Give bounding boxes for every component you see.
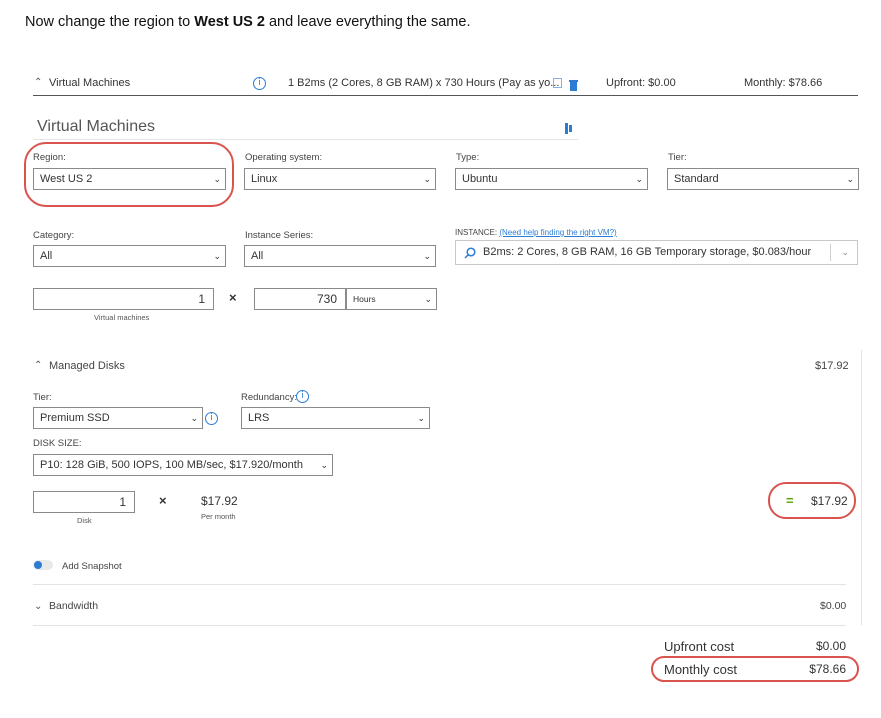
disk-size-value: P10: 128 GiB, 500 IOPS, 100 MB/sec, $17.…: [40, 459, 303, 471]
instance-label: INSTANCE: (Need help finding the right V…: [455, 228, 617, 237]
chevron-down-icon: ⌄: [417, 413, 425, 423]
type-label: Type:: [456, 152, 480, 163]
category-label: Category:: [33, 230, 75, 241]
vm-count-caption: Virtual machines: [94, 313, 150, 322]
os-label: Operating system:: [245, 152, 323, 163]
os-select[interactable]: Linux ⌄: [244, 168, 436, 190]
hours-unit-value: Hours: [353, 294, 376, 304]
disk-total-highlight-oval: [768, 482, 856, 519]
chevron-down-icon: ⌄: [841, 247, 849, 257]
upfront-cost-value: $0.00: [815, 639, 846, 653]
region-highlight-oval: [24, 142, 234, 207]
header-monthly: Monthly: $78.66: [744, 77, 823, 89]
redundancy-select[interactable]: LRS ⌄: [241, 407, 430, 429]
instance-value: B2ms: 2 Cores, 8 GB RAM, 16 GB Temporary…: [483, 246, 812, 258]
disk-tier-value: Premium SSD: [40, 412, 110, 424]
instance-select[interactable]: B2ms: 2 Cores, 8 GB RAM, 16 GB Temporary…: [455, 240, 858, 265]
title-underline: [33, 139, 578, 140]
header-section-name[interactable]: Virtual Machines: [49, 77, 130, 89]
disk-per-month-caption: Per month: [201, 512, 236, 521]
snapshot-toggle[interactable]: [33, 560, 53, 570]
type-value: Ubuntu: [462, 173, 498, 185]
category-select[interactable]: All ⌄: [33, 245, 226, 267]
category-value: All: [40, 250, 53, 262]
vm-count-input[interactable]: 1: [33, 288, 214, 310]
toggle-knob: [34, 561, 42, 569]
header-upfront: Upfront: $0.00: [606, 77, 676, 89]
disk-per-month-value: $17.92: [201, 494, 238, 508]
disk-tier-info-icon[interactable]: i: [205, 412, 218, 425]
redundancy-info-icon[interactable]: i: [296, 390, 309, 403]
multiply-icon: ×: [159, 493, 167, 508]
bandwidth-total: $0.00: [820, 600, 847, 612]
chevron-down-icon: ⌄: [320, 460, 328, 470]
series-select[interactable]: All ⌄: [244, 245, 436, 267]
series-value: All: [251, 250, 264, 262]
tier-select[interactable]: Standard ⌄: [667, 168, 859, 190]
hours-input[interactable]: 730: [254, 288, 346, 310]
chevron-down-icon: ⌄: [190, 413, 198, 423]
disks-title[interactable]: Managed Disks: [49, 360, 125, 372]
search-icon: [464, 245, 476, 268]
disk-size-select[interactable]: P10: 128 GiB, 500 IOPS, 100 MB/sec, $17.…: [33, 454, 333, 476]
redundancy-value: LRS: [248, 412, 270, 424]
chevron-down-icon: ⌄: [635, 174, 643, 184]
chevron-down-icon: ⌄: [213, 251, 221, 261]
bandwidth-divider: [33, 625, 846, 626]
vm-section-title: Virtual Machines: [37, 118, 155, 135]
instance-divider: [830, 244, 831, 261]
os-value: Linux: [251, 173, 278, 185]
series-label: Instance Series:: [245, 230, 314, 241]
pin-icon[interactable]: [565, 121, 573, 139]
snapshot-divider: [33, 584, 846, 585]
chevron-down-icon: ⌄: [423, 251, 431, 261]
hours-unit-select[interactable]: Hours ⌄: [346, 288, 437, 310]
tier-value: Standard: [674, 173, 719, 185]
copy-icon[interactable]: [553, 78, 562, 88]
info-icon[interactable]: i: [253, 77, 266, 90]
header-divider: [33, 95, 858, 96]
disk-count-caption: Disk: [77, 516, 92, 525]
disk-tier-select[interactable]: Premium SSD ⌄: [33, 407, 203, 429]
instruction-suffix: and leave everything the same.: [264, 14, 471, 30]
redundancy-label: Redundancy:: [241, 392, 297, 403]
instruction-prefix: Now change the region to: [25, 14, 195, 30]
upfront-cost-label: Upfront cost: [664, 639, 735, 654]
bandwidth-title[interactable]: Bandwidth: [49, 600, 98, 612]
delete-icon[interactable]: [569, 78, 578, 96]
instance-label-prefix: INSTANCE:: [455, 228, 500, 237]
header-summary: 1 B2ms (2 Cores, 8 GB RAM) x 730 Hours (…: [288, 77, 560, 89]
bandwidth-expand-chevron-icon[interactable]: ⌄: [34, 601, 42, 612]
multiply-icon: ×: [229, 290, 237, 305]
chevron-down-icon: ⌄: [423, 174, 431, 184]
monthly-cost-highlight-oval: [651, 656, 859, 682]
disks-total: $17.92: [815, 360, 849, 372]
tier-label: Tier:: [668, 152, 687, 163]
instance-help-link[interactable]: (Need help finding the right VM?): [499, 228, 616, 237]
snapshot-label: Add Snapshot: [62, 561, 122, 572]
chevron-down-icon: ⌄: [846, 174, 854, 184]
type-select[interactable]: Ubuntu ⌄: [455, 168, 648, 190]
chevron-down-icon: ⌄: [424, 294, 432, 304]
disks-collapse-chevron-icon[interactable]: ⌃: [34, 360, 42, 371]
disk-count-input[interactable]: 1: [33, 491, 135, 513]
collapse-chevron-icon[interactable]: ⌃: [34, 77, 42, 88]
disk-tier-label: Tier:: [33, 392, 52, 403]
disk-size-label: DISK SIZE:: [33, 438, 82, 449]
right-guide-line: [861, 350, 862, 625]
instruction-bold: West US 2: [194, 14, 265, 30]
instruction-text: Now change the region to West US 2 and l…: [25, 14, 470, 30]
